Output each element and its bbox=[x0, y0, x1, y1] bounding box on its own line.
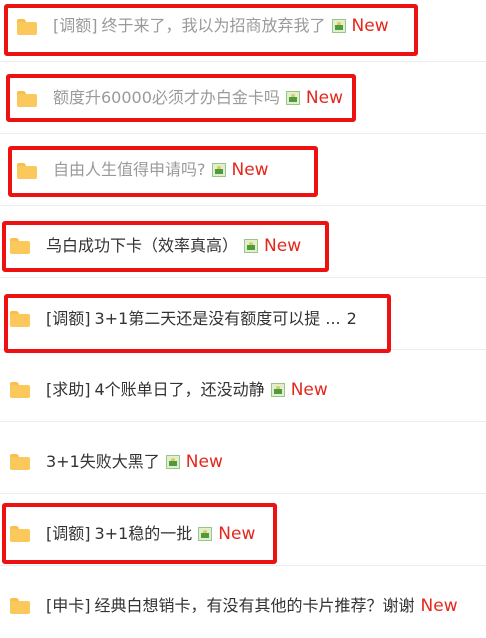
image-attachment-icon bbox=[198, 527, 213, 541]
new-badge: New bbox=[351, 16, 389, 36]
thread-title: 3+1失败大黑了 bbox=[46, 452, 160, 471]
thread-row[interactable]: [调额] 3+1稳的一批 New bbox=[0, 494, 486, 566]
thread-title: 3+1稳的一批 bbox=[94, 524, 193, 543]
folder-icon bbox=[17, 91, 37, 107]
image-attachment-icon bbox=[285, 91, 300, 105]
folder-icon bbox=[10, 598, 30, 614]
thread-title: 乌白成功下卡（效率真高） bbox=[46, 236, 239, 255]
thread-title: 3+1第二天还是没有额度可以提 ... bbox=[94, 309, 341, 328]
new-badge: New bbox=[305, 88, 343, 108]
new-badge: New bbox=[231, 160, 269, 180]
image-attachment-icon bbox=[244, 239, 259, 253]
new-badge: New bbox=[218, 524, 256, 544]
thread-row[interactable]: 3+1失败大黑了 New bbox=[0, 422, 486, 494]
folder-icon bbox=[17, 19, 37, 35]
thread-title: 4个账单日了，还没动静 bbox=[94, 380, 265, 399]
image-attachment-icon bbox=[211, 163, 226, 177]
thread-title-link[interactable]: [调额] 终于来了，我以为招商放弃我了 New bbox=[53, 16, 389, 36]
thread-title: 额度升60000必须才办白金卡吗 bbox=[53, 88, 280, 107]
thread-row[interactable]: 额度升60000必须才办白金卡吗 New bbox=[0, 62, 486, 134]
new-badge: New bbox=[185, 452, 223, 472]
new-badge: New bbox=[264, 236, 302, 256]
thread-row[interactable]: [申卡] 经典白想销卡，有没有其他的卡片推荐？谢谢 New bbox=[0, 566, 486, 638]
folder-icon bbox=[10, 526, 30, 542]
thread-title: 自由人生值得申请吗? bbox=[53, 160, 206, 179]
thread-title-link[interactable]: [调额] 3+1稳的一批 New bbox=[46, 524, 255, 544]
thread-row[interactable]: 乌白成功下卡（效率真高） New bbox=[0, 206, 486, 278]
thread-title-link[interactable]: 额度升60000必须才办白金卡吗 New bbox=[53, 88, 343, 108]
thread-title: 终于来了，我以为招商放弃我了 bbox=[101, 16, 326, 35]
thread-tag: [申卡] bbox=[46, 596, 91, 615]
thread-row[interactable]: [调额] 3+1第二天还是没有额度可以提 ... 2 bbox=[0, 278, 486, 350]
folder-icon bbox=[17, 163, 37, 179]
thread-title-link[interactable]: 乌白成功下卡（效率真高） New bbox=[46, 236, 301, 256]
thread-row[interactable]: 自由人生值得申请吗? New bbox=[0, 134, 486, 206]
new-badge: New bbox=[420, 596, 458, 616]
thread-tag: [调额] bbox=[46, 309, 91, 328]
thread-title-link[interactable]: 3+1失败大黑了 New bbox=[46, 452, 223, 472]
image-attachment-icon bbox=[331, 19, 346, 33]
thread-tag: [调额] bbox=[53, 16, 98, 35]
folder-icon bbox=[10, 238, 30, 254]
thread-title-link[interactable]: [求助] 4个账单日了，还没动静 New bbox=[46, 380, 328, 400]
thread-tag: [求助] bbox=[46, 380, 91, 399]
thread-tag: [调额] bbox=[46, 524, 91, 543]
thread-title-link[interactable]: [申卡] 经典白想销卡，有没有其他的卡片推荐？谢谢 New bbox=[46, 596, 458, 616]
new-badge: New bbox=[290, 380, 328, 400]
folder-icon bbox=[10, 311, 30, 327]
thread-title-link[interactable]: [调额] 3+1第二天还是没有额度可以提 ... 2 bbox=[46, 309, 357, 329]
thread-row[interactable]: [求助] 4个账单日了，还没动静 New bbox=[0, 350, 486, 422]
folder-icon bbox=[10, 382, 30, 398]
page-number-link[interactable]: 2 bbox=[347, 309, 357, 328]
image-attachment-icon bbox=[165, 455, 180, 469]
thread-title-link[interactable]: 自由人生值得申请吗? New bbox=[53, 160, 269, 180]
thread-row[interactable]: [调额] 终于来了，我以为招商放弃我了 New bbox=[0, 0, 486, 62]
image-attachment-icon bbox=[270, 383, 285, 397]
folder-icon bbox=[10, 454, 30, 470]
thread-title: 经典白想销卡，有没有其他的卡片推荐？谢谢 bbox=[94, 596, 415, 615]
